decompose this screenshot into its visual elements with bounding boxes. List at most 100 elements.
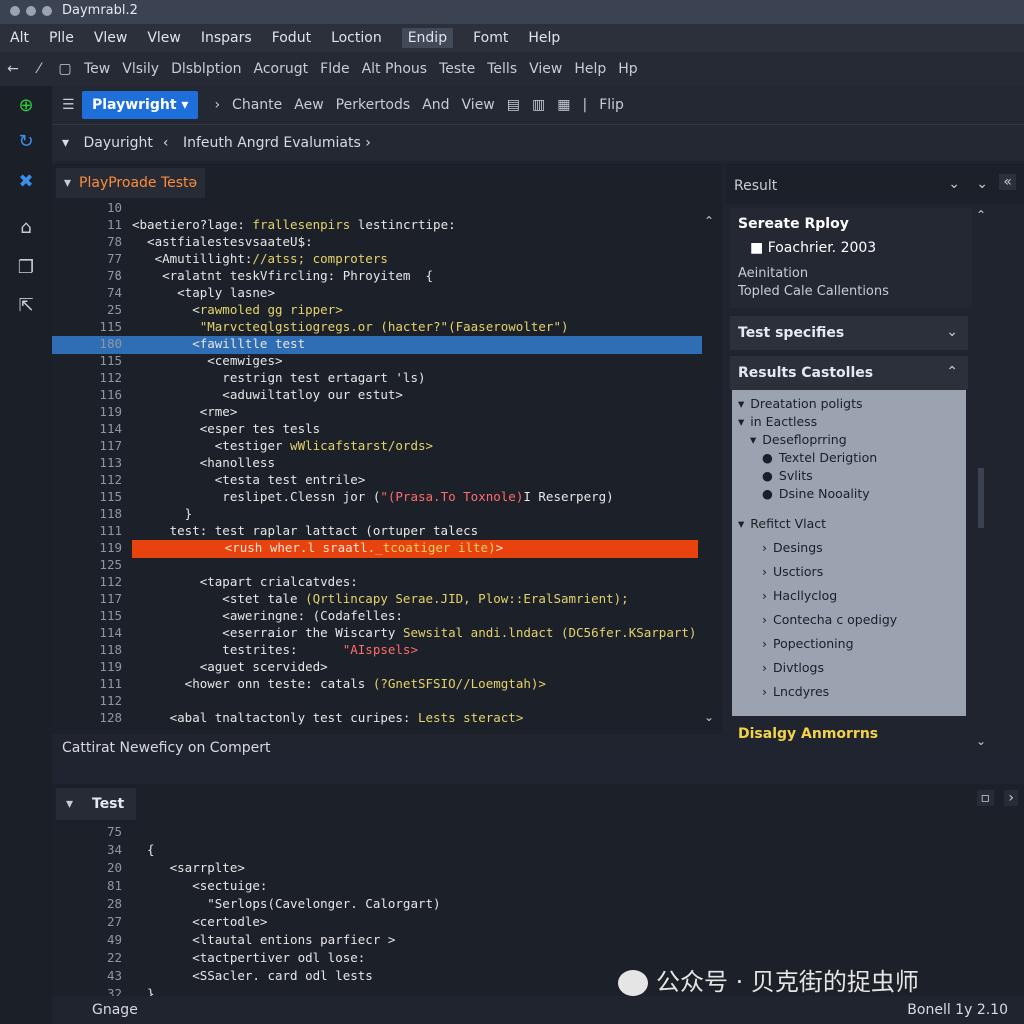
toolbar-item[interactable]: Acorugt	[254, 61, 309, 77]
tree-item[interactable]: › Contecha c opedigy	[762, 612, 897, 627]
code-line[interactable]: 112 <tapart crialcatvdes:	[52, 574, 702, 592]
code-line[interactable]: 27 <certodle>	[52, 914, 702, 932]
chevron-down-icon[interactable]: ⌄	[948, 176, 960, 192]
code-line[interactable]: 10	[52, 200, 702, 218]
code-line[interactable]: 118 testrites: "AIspsels>	[52, 642, 702, 660]
editor-tab[interactable]: ▾ PlayProade Testə	[56, 168, 206, 198]
code-line[interactable]: 22 <tactpertiver odl lose:	[52, 950, 702, 968]
code-line[interactable]: 115 "Marvcteqlgstiogregs.or (hacter?"(Fa…	[52, 319, 702, 337]
chevron-down-icon[interactable]: ⌄	[976, 176, 988, 192]
flip-button[interactable]: Flip	[599, 97, 624, 113]
tree-item[interactable]: › Lncdyres	[762, 684, 829, 699]
menu-item[interactable]: Fomt	[473, 30, 508, 46]
collapse-icon[interactable]: «	[999, 174, 1016, 190]
result-scrollbar[interactable]: ⌃ ⌄	[976, 208, 986, 748]
code-line[interactable]: 112	[52, 693, 702, 711]
code-line[interactable]: 180 <fawilltle test	[52, 336, 702, 354]
tree-item[interactable]: ▾ Dreatation poligts	[738, 396, 862, 411]
file-icon[interactable]: ▢	[52, 61, 78, 77]
tree-item[interactable]: ● Dsine Nooality	[762, 486, 870, 501]
toolbar-item[interactable]: Flde	[320, 61, 349, 77]
tree-item[interactable]: ▾ Desefloprring	[750, 432, 847, 447]
toolbar-item[interactable]: Hp	[618, 61, 637, 77]
bottom-tab[interactable]: ▾ Test	[56, 788, 136, 820]
menu-item[interactable]: Help	[528, 30, 560, 46]
code-line[interactable]: 49 <ltautal entions parfiecr >	[52, 932, 702, 950]
toolbar-item[interactable]: Vlsily	[122, 61, 159, 77]
toolbar-item[interactable]: And	[422, 97, 449, 113]
scroll-down-icon[interactable]: ⌄	[976, 734, 986, 748]
back-arrow-icon[interactable]: ←	[0, 61, 26, 77]
menu-item[interactable]: Alt	[10, 30, 29, 46]
tree-item[interactable]: ● Textel Derigtion	[762, 450, 877, 465]
code-line[interactable]: 115 <aweringne: (Codafelles:	[52, 608, 702, 626]
code-line[interactable]: 74 <taply lasne>	[52, 285, 702, 303]
window-close-icon[interactable]	[10, 6, 20, 16]
tree-item[interactable]: › Usctiors	[762, 564, 823, 579]
code-line[interactable]: 77 <Amutillight://atss; comproters	[52, 251, 702, 269]
menu-item[interactable]: Loction	[331, 30, 382, 46]
split-icon[interactable]: ▥	[532, 97, 545, 113]
list-icon[interactable]: ☰	[62, 97, 75, 113]
breadcrumb-item[interactable]: ‹ Infeuth Angrd Evalumiats ›	[163, 135, 371, 151]
cursor-icon[interactable]: ⇱	[12, 292, 40, 320]
code-line[interactable]: 75	[52, 824, 702, 842]
menu-item[interactable]: Vlew	[147, 30, 181, 46]
code-line[interactable]: 119 <aguet scervided>	[52, 659, 702, 677]
code-line[interactable]: 125	[52, 557, 702, 575]
code-line[interactable]: 78 <astfialestesvsaateU$:	[52, 234, 702, 252]
panel-menu-icon[interactable]: ▫	[976, 790, 994, 806]
toolbar-item[interactable]: Tew	[84, 61, 110, 77]
window-minimize-icon[interactable]	[26, 6, 36, 16]
tree-item[interactable]: ▾ in Eactless	[738, 414, 817, 429]
scroll-thumb[interactable]	[978, 468, 984, 528]
code-line[interactable]: 112 restrign test ertagart 'ls)	[52, 370, 702, 388]
section-test-specifies[interactable]: Test specifies ⌄	[730, 316, 968, 350]
refresh-icon[interactable]: ↻	[12, 128, 40, 156]
code-line[interactable]: 81 <sectuige:	[52, 878, 702, 896]
toolbar-item[interactable]: Chante	[232, 97, 282, 113]
save-icon[interactable]: ▤	[507, 97, 520, 113]
toolbar-item[interactable]: Alt Phous	[362, 61, 427, 77]
toolbar-item[interactable]: Tells	[487, 61, 517, 77]
toolbar-item[interactable]: View	[462, 97, 495, 113]
tree-item[interactable]: ▾ Refitct Vlact	[738, 516, 826, 531]
tree-item[interactable]: › Hacllyclog	[762, 588, 837, 603]
scrollbar[interactable]: ⌃ ⌄	[704, 214, 714, 724]
code-line[interactable]: 7ϐ <ralatnt teskVfircling: Phroyitem {	[52, 268, 702, 286]
bank-icon[interactable]: ⌂	[12, 214, 40, 242]
code-line[interactable]: 111 test: test raplar lattact (ortuper t…	[52, 523, 702, 541]
menu-item-active[interactable]: Endip	[401, 28, 454, 48]
code-line[interactable]: 118 }	[52, 506, 702, 524]
code-line[interactable]: 112 <testa test entrile>	[52, 472, 702, 490]
menu-item[interactable]: Vlew	[94, 30, 128, 46]
tree-item[interactable]: ● Svlits	[762, 468, 813, 483]
panel-close-icon[interactable]: ›	[1004, 790, 1018, 806]
code-line[interactable]: 128 <abal tnaltactonly test curipes: Les…	[52, 710, 702, 728]
code-line[interactable]: 114 <eserraior the Wiscarty Sewsital and…	[52, 625, 702, 643]
scroll-up-icon[interactable]: ⌃	[704, 214, 714, 228]
add-icon[interactable]: ⊕	[12, 92, 40, 120]
code-line[interactable]: 113 <hanolless	[52, 455, 702, 473]
toolbar-item[interactable]: View	[529, 61, 562, 77]
toolbar-item[interactable]: Dlsblption	[171, 61, 241, 77]
code-line[interactable]: 119 <rme>	[52, 404, 702, 422]
code-line[interactable]: 111 <hower onn teste: catals (?GnetSFSIO…	[52, 676, 702, 694]
code-line[interactable]: 34 {	[52, 842, 702, 860]
code-line[interactable]: 25 <rawmoled gg ripper>	[52, 302, 702, 320]
section-results[interactable]: Results Castolles ⌃	[730, 356, 968, 390]
scroll-down-icon[interactable]: ⌄	[704, 710, 714, 724]
menu-item[interactable]: Fodut	[272, 30, 311, 46]
toolbar-item[interactable]: Perkertods	[336, 97, 411, 113]
project-dropdown[interactable]: Playwright ▾	[82, 91, 199, 119]
code-line[interactable]: 116 <aduwiltatloy our estut>	[52, 387, 702, 405]
tree-item[interactable]: › Divtlogs	[762, 660, 824, 675]
code-line[interactable]: 114 <esper tes tesls	[52, 421, 702, 439]
scroll-up-icon[interactable]: ⌃	[976, 208, 986, 222]
menu-item[interactable]: Plle	[49, 30, 74, 46]
tools-icon[interactable]: ✖	[12, 168, 40, 196]
toolbar-item[interactable]: Help	[574, 61, 606, 77]
code-area[interactable]: 10 11 <baetiero?lage: frallesenpirs lestin…	[52, 200, 702, 730]
code-line[interactable]: 115 reslipet.Clessn jor ("(Prasa.To Toxn…	[52, 489, 702, 507]
code-line[interactable]: 11 <baetiero?lage: frallesenpirs lestincr…	[52, 217, 702, 235]
